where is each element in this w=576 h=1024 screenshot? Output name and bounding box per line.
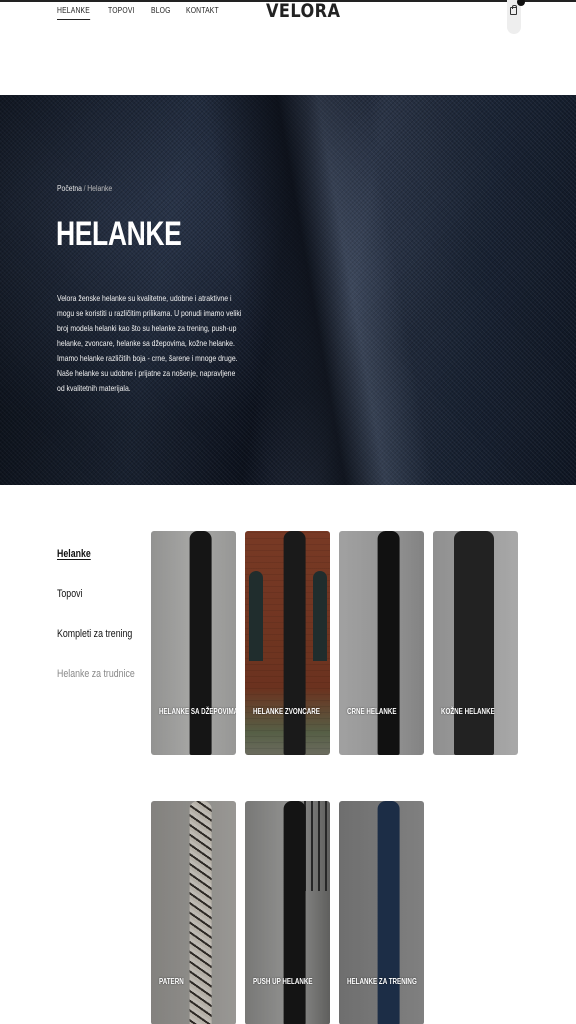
shopping-bag-icon [510, 5, 517, 15]
sidebar-item-topovi[interactable]: Topovi [57, 588, 135, 600]
product-card[interactable]: KOŽNE HELANKE [433, 531, 518, 755]
sidebar-item-kompleti[interactable]: Kompleti za trening [57, 628, 135, 640]
product-card[interactable]: PATERN [151, 801, 236, 1024]
hero-banner: Početna / Helanke HELANKE Velora ženske he… [0, 95, 576, 485]
product-card[interactable]: HELANKE ZA TRENING [339, 801, 424, 1024]
breadcrumb-separator: / [83, 184, 86, 193]
product-label: PUSH UP HELANKE [253, 977, 313, 986]
product-label: HELANKE ZVONCARE [253, 707, 320, 716]
hero-shade [0, 95, 576, 485]
site-logo[interactable]: VELORA [266, 0, 340, 22]
product-card[interactable]: HELANKE SA DŽEPOVIMA [151, 531, 236, 755]
main-nav: HELANKE TOPOVI BLOG KONTAKT [57, 6, 225, 20]
sidebar-item-helanke[interactable]: Helanke [57, 548, 135, 560]
page-title: HELANKE [56, 215, 182, 253]
breadcrumb-current: Helanke [87, 184, 113, 193]
nav-link-helanke[interactable]: HELANKE [57, 6, 90, 20]
nav-link-kontakt[interactable]: KONTAKT [186, 6, 219, 20]
category-sidebar: Helanke Topovi Kompleti za trening Helan… [57, 548, 154, 708]
cart-button[interactable] [507, 0, 525, 34]
sidebar-item-trudnice[interactable]: Helanke za trudnice [57, 668, 135, 680]
product-label: KOŽNE HELANKE [441, 707, 495, 716]
cart-count-badge [517, 0, 525, 6]
product-label: HELANKE SA DŽEPOVIMA [159, 707, 236, 716]
nav-link-blog[interactable]: BLOG [151, 6, 171, 20]
nav-link-topovi[interactable]: TOPOVI [108, 6, 135, 20]
product-label: HELANKE ZA TRENING [347, 977, 417, 986]
product-card[interactable]: HELANKE ZVONCARE [245, 531, 330, 755]
page-description: Velora ženske helanke su kvalitetne, udo… [57, 293, 242, 393]
product-label: CRNE HELANKE [347, 707, 397, 716]
product-card[interactable]: PUSH UP HELANKE [245, 801, 330, 1024]
breadcrumb-home[interactable]: Početna [57, 184, 82, 193]
product-card[interactable]: CRNE HELANKE [339, 531, 424, 755]
site-header: HELANKE TOPOVI BLOG KONTAKT VELORA [0, 0, 576, 95]
breadcrumb: Početna / Helanke [57, 184, 112, 193]
product-label: PATERN [159, 977, 184, 986]
